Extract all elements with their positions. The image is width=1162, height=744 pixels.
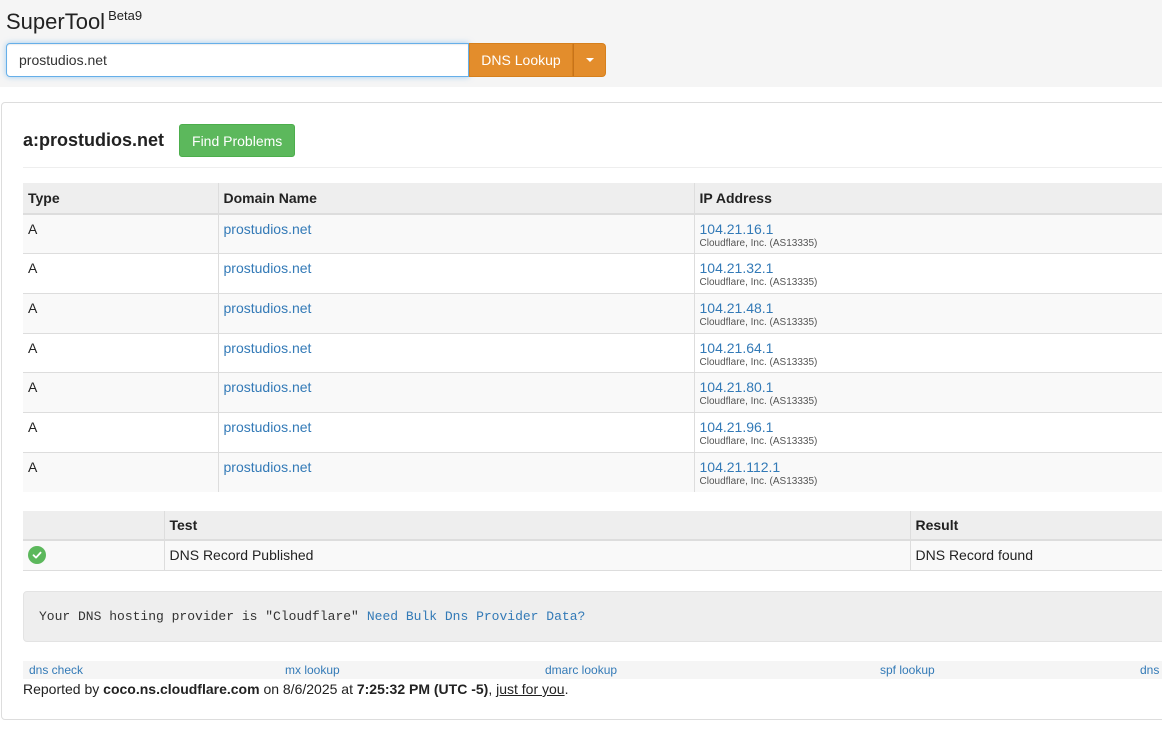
search-bar: DNS Lookup	[6, 43, 606, 77]
check-circle-icon	[28, 546, 46, 565]
reporting-server: coco.ns.cloudflare.com	[103, 681, 260, 697]
column-header-ip: IP Address	[694, 183, 1162, 215]
table-row: A prostudios.net 104.21.80.1 Cloudflare, …	[23, 372, 1162, 413]
reported-period: .	[564, 681, 569, 697]
dns-check-link[interactable]: dns check	[29, 663, 83, 677]
brand-name: SuperTool	[6, 9, 106, 34]
ip-owner: Cloudflare, Inc. (AS13335)	[699, 435, 818, 447]
domain-link[interactable]: prostudios.net	[224, 379, 312, 395]
footer-links: dns check mx lookup dmarc lookup spf loo…	[23, 661, 1162, 679]
column-header-type: Type	[23, 183, 219, 215]
tests-header-row: Test Result	[23, 511, 1162, 541]
result-title: a:prostudios.net	[23, 130, 165, 150]
column-header-result: Result	[910, 511, 1162, 541]
column-header-test: Test	[164, 511, 911, 541]
table-row: A prostudios.net 104.21.96.1 Cloudflare, …	[23, 411, 1162, 453]
column-header-status	[23, 511, 165, 541]
table-row: A prostudios.net 104.21.48.1 Cloudflare, …	[23, 292, 1162, 334]
ip-link[interactable]: 104.21.80.1	[700, 379, 1162, 395]
domain-link[interactable]: prostudios.net	[224, 419, 312, 435]
mx-lookup-link[interactable]: mx lookup	[285, 663, 340, 677]
lookup-type-dropdown[interactable]	[573, 43, 606, 77]
header-divider	[23, 167, 1162, 168]
record-type: A	[23, 372, 219, 413]
reported-by: Reported by coco.ns.cloudflare.com on 8/…	[23, 681, 568, 697]
tests-table: Test Result DNS Record Published DNS Rec…	[23, 511, 1162, 571]
provider-text: Your DNS hosting provider is "Cloudflare…	[39, 609, 359, 624]
domain-link[interactable]: prostudios.net	[224, 459, 312, 475]
domain-link[interactable]: prostudios.net	[224, 221, 312, 237]
result-header: a:prostudios.net Find Problems	[23, 124, 296, 157]
search-input[interactable]	[6, 43, 469, 77]
table-row: A prostudios.net 104.21.112.1 Cloudflare,…	[23, 451, 1162, 492]
reported-comma: ,	[488, 681, 493, 697]
results-panel: a:prostudios.net Find Problems Type Doma…	[1, 102, 1162, 720]
test-name: DNS Record Published	[164, 540, 911, 571]
dns-lookup-button[interactable]: DNS Lookup	[469, 43, 573, 77]
record-type: A	[23, 253, 219, 294]
domain-link[interactable]: prostudios.net	[224, 260, 312, 276]
ip-owner: Cloudflare, Inc. (AS13335)	[699, 277, 818, 289]
records-table: Type Domain Name IP Address A prostudios…	[23, 183, 1162, 492]
table-row: A prostudios.net 104.21.16.1 Cloudflare, …	[23, 213, 1162, 254]
brand-version: Beta9	[108, 8, 143, 23]
reported-time: 7:25:32 PM (UTC -5)	[356, 681, 489, 697]
spf-lookup-link[interactable]: spf lookup	[880, 663, 935, 677]
ip-owner: Cloudflare, Inc. (AS13335)	[699, 475, 818, 487]
test-result: DNS Record found	[910, 540, 1162, 571]
record-type: A	[23, 411, 219, 453]
record-type: A	[23, 451, 219, 492]
ip-owner: Cloudflare, Inc. (AS13335)	[699, 238, 818, 249]
domain-link[interactable]: prostudios.net	[224, 340, 312, 356]
reported-prefix: Reported by	[23, 681, 100, 697]
record-type: A	[23, 332, 219, 373]
ip-owner: Cloudflare, Inc. (AS13335)	[699, 316, 818, 328]
provider-info: Your DNS hosting provider is "Cloudflare…	[23, 591, 1162, 642]
just-for-you-link[interactable]: just for you	[496, 681, 564, 697]
reported-date: on 8/6/2025 at	[263, 681, 353, 697]
record-type: A	[23, 213, 219, 254]
dmarc-lookup-link[interactable]: dmarc lookup	[545, 663, 617, 677]
ip-link[interactable]: 104.21.48.1	[700, 300, 1162, 316]
ip-link[interactable]: 104.21.64.1	[700, 340, 1162, 356]
ip-owner: Cloudflare, Inc. (AS13335)	[699, 396, 818, 408]
find-problems-button[interactable]: Find Problems	[179, 124, 296, 157]
ip-link[interactable]: 104.21.112.1	[700, 459, 1162, 475]
table-row: A prostudios.net 104.21.64.1 Cloudflare, …	[23, 332, 1162, 373]
ip-link[interactable]: 104.21.16.1	[700, 221, 1162, 237]
dns-lookup-link[interactable]: dns l	[1140, 663, 1162, 677]
ip-link[interactable]: 104.21.32.1	[700, 260, 1162, 276]
domain-link[interactable]: prostudios.net	[224, 300, 312, 316]
ip-link[interactable]: 104.21.96.1	[700, 419, 1162, 435]
records-header-row: Type Domain Name IP Address	[23, 183, 1162, 215]
table-row: DNS Record Published DNS Record found	[23, 540, 1162, 571]
caret-down-icon	[585, 58, 594, 62]
top-bar: SuperToolBeta9 DNS Lookup	[0, 0, 1162, 87]
column-header-domain: Domain Name	[218, 183, 695, 215]
bulk-provider-data-link[interactable]: Need Bulk Dns Provider Data?	[367, 609, 585, 624]
brand[interactable]: SuperTool Beta9	[6, 8, 143, 35]
table-row: A prostudios.net 104.21.32.1 Cloudflare, …	[23, 253, 1162, 294]
ip-owner: Cloudflare, Inc. (AS13335)	[699, 356, 818, 368]
record-type: A	[23, 292, 219, 334]
